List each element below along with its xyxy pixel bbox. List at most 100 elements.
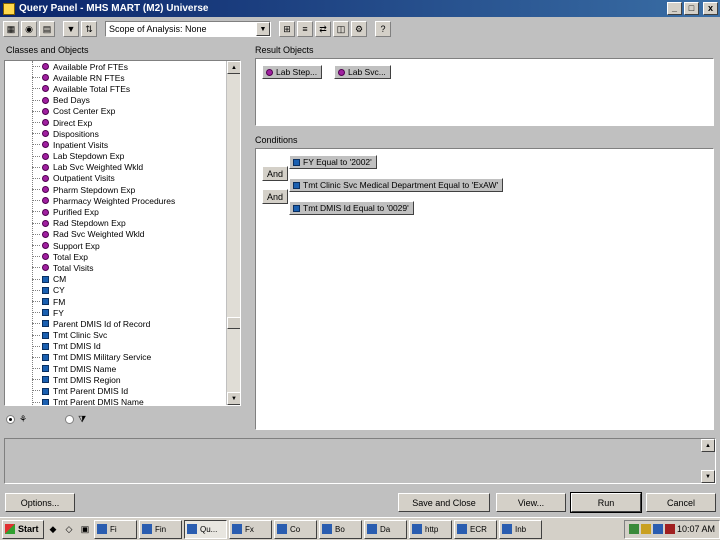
tree-item[interactable]: Bed Days — [5, 95, 227, 106]
taskbar-item[interactable]: Co — [274, 519, 317, 539]
tray-icon[interactable] — [664, 524, 675, 534]
condition-chip[interactable]: Tmt Clinic Svc Medical Department Equal … — [289, 178, 504, 192]
taskbar-item-label: ECR — [470, 524, 487, 534]
tree-item[interactable]: Rad Svc Weighted Wkld — [5, 229, 227, 240]
tray-icon[interactable] — [652, 524, 663, 534]
tree-item[interactable]: Tmt DMIS Region — [5, 374, 227, 385]
tree-item[interactable]: Pharmacy Weighted Procedures — [5, 195, 227, 206]
scroll-up-icon[interactable]: ▲ — [701, 439, 715, 452]
quicklaunch-icon[interactable]: ▣ — [78, 522, 92, 536]
conditions-box[interactable]: And And FY Equal to '2002' Tmt Clinic Sv… — [255, 148, 714, 430]
run-button[interactable]: Run — [570, 492, 642, 513]
tree-item[interactable]: Purified Exp — [5, 206, 227, 217]
tree-item[interactable]: Dispositions — [5, 128, 227, 139]
dimension-icon — [42, 342, 49, 350]
view-button[interactable]: View... — [496, 493, 566, 512]
tree-item[interactable]: Rad Stepdown Exp — [5, 218, 227, 229]
scroll-up-icon[interactable]: ▲ — [227, 61, 240, 74]
result-object-chip[interactable]: Lab Step... — [262, 65, 323, 79]
link-icon[interactable]: ⇄ — [315, 21, 331, 37]
sort-icon[interactable]: ⇅ — [81, 21, 97, 37]
taskbar-item[interactable]: Bo — [319, 519, 362, 539]
maximize-button[interactable]: □ — [684, 2, 699, 15]
tree-item-label: Purified Exp — [53, 207, 99, 218]
tree-item[interactable]: Lab Svc Weighted Wkld — [5, 162, 227, 173]
start-label: Start — [18, 524, 39, 534]
tree-scrollbar[interactable]: ▲ ▼ — [226, 61, 240, 405]
options-button[interactable]: Options... — [5, 493, 75, 512]
scroll-down-icon[interactable]: ▼ — [227, 392, 240, 405]
predefined-conditions-radio[interactable] — [65, 415, 75, 424]
tree-item[interactable]: Lab Stepdown Exp — [5, 151, 227, 162]
stack-icon[interactable]: ◫ — [333, 21, 349, 37]
tree-item[interactable]: Cost Center Exp — [5, 106, 227, 117]
scroll-thumb[interactable] — [227, 317, 240, 329]
tree-item[interactable]: Parent DMIS Id of Record — [5, 318, 227, 329]
result-object-chip[interactable]: Lab Svc... — [334, 65, 391, 79]
database-icon[interactable]: ⊞ — [279, 21, 295, 37]
condition-chip[interactable]: Tmt DMIS Id Equal to '0029' — [289, 201, 414, 215]
chevron-down-icon[interactable]: ▼ — [256, 22, 270, 36]
taskbar-item[interactable]: Qu... — [184, 519, 227, 539]
tree-item-label: Cost Center Exp — [53, 106, 116, 117]
tree-item[interactable]: CY — [5, 285, 227, 296]
taskbar-item[interactable]: Fx — [229, 519, 272, 539]
tree-connector — [32, 200, 40, 202]
tree-item[interactable]: Available Total FTEs — [5, 83, 227, 94]
tree-item[interactable]: Available RN FTEs — [5, 72, 227, 83]
tree-item[interactable]: FY — [5, 307, 227, 318]
tree-item[interactable]: Support Exp — [5, 240, 227, 251]
dimension-icon — [42, 376, 49, 384]
tree-item-label: Pharm Stepdown Exp — [53, 184, 136, 195]
tree-item[interactable]: Tmt Parent DMIS Name — [5, 397, 227, 405]
taskbar-item[interactable]: Fin — [139, 519, 182, 539]
tray-icon[interactable] — [628, 524, 639, 534]
help-icon[interactable]: ? — [375, 21, 391, 37]
save-and-close-button[interactable]: Save and Close — [398, 493, 490, 512]
cancel-button[interactable]: Cancel — [646, 493, 716, 512]
taskbar-item[interactable]: Inb — [499, 519, 542, 539]
tree-item[interactable]: Tmt DMIS Military Service — [5, 352, 227, 363]
tree-item[interactable]: Inpatient Visits — [5, 139, 227, 150]
condition-chip[interactable]: FY Equal to '2002' — [289, 155, 377, 169]
result-objects-box[interactable]: Lab Step... Lab Svc... — [255, 58, 714, 126]
tree-item[interactable]: Pharm Stepdown Exp — [5, 184, 227, 195]
objects-view-icon[interactable]: ◉ — [21, 21, 37, 37]
taskbar-item-label: Qu... — [200, 524, 218, 534]
sql-icon[interactable]: ≡ — [297, 21, 313, 37]
scope-of-analysis-select[interactable]: Scope of Analysis: None ▼ — [105, 21, 271, 37]
minimize-button[interactable]: _ — [667, 2, 682, 15]
tree-item[interactable]: Total Exp — [5, 251, 227, 262]
clock[interactable]: 10:07 AM — [677, 524, 715, 534]
quicklaunch-icon[interactable]: ◆ — [46, 522, 60, 536]
start-button[interactable]: Start — [2, 519, 44, 539]
tree-item[interactable]: Tmt DMIS Id — [5, 341, 227, 352]
tree-item[interactable]: Tmt DMIS Name — [5, 363, 227, 374]
tree-item[interactable]: Outpatient Visits — [5, 173, 227, 184]
measure-icon — [42, 119, 49, 127]
taskbar-item[interactable]: ECR — [454, 519, 497, 539]
tree-view-icon[interactable]: ▤ — [39, 21, 55, 37]
filter-funnel-icon: ⧩ — [78, 414, 87, 424]
taskbar-item[interactable]: Fi — [94, 519, 137, 539]
and-operator-button[interactable]: And — [262, 166, 288, 181]
tree-item[interactable]: Tmt Clinic Svc — [5, 330, 227, 341]
tree-item-label: Support Exp — [53, 240, 100, 251]
scroll-down-icon[interactable]: ▼ — [701, 470, 715, 483]
tree-item[interactable]: FM — [5, 296, 227, 307]
and-operator-button[interactable]: And — [262, 189, 288, 204]
classes-radio[interactable] — [6, 415, 15, 424]
tree-item[interactable]: CM — [5, 274, 227, 285]
tree-item[interactable]: Total Visits — [5, 262, 227, 273]
quicklaunch-icon[interactable]: ◇ — [62, 522, 76, 536]
filter-icon[interactable]: ▼ — [63, 21, 79, 37]
taskbar-item[interactable]: Da — [364, 519, 407, 539]
tree-item[interactable]: Direct Exp — [5, 117, 227, 128]
classes-view-icon[interactable]: ▦ — [3, 21, 19, 37]
tree-item[interactable]: Available Prof FTEs — [5, 61, 227, 72]
gear-icon[interactable]: ⚙ — [351, 21, 367, 37]
tray-icon[interactable] — [640, 524, 651, 534]
close-button[interactable]: x — [703, 2, 718, 15]
taskbar-item[interactable]: http — [409, 519, 452, 539]
tree-item[interactable]: Tmt Parent DMIS Id — [5, 385, 227, 396]
